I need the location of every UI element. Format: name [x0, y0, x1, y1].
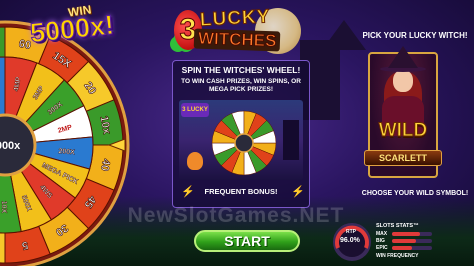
stat-row-epic: EPIC [376, 245, 432, 251]
witch-name: SCARLETT [364, 150, 442, 166]
wheel-inner-segment [0, 56, 6, 116]
wheel-center-label: 5000x [0, 140, 21, 152]
rtp-value: 96.0% [340, 237, 360, 244]
wheel-inner-label: 10X [0, 201, 7, 214]
stat-row-big: BIG [376, 238, 432, 244]
prize-wheel: 6015X2010x40453052510X5020X403015354MP3M… [0, 20, 130, 266]
win-banner: WIN 5000x! [28, 2, 138, 50]
win-amount: 5000x! [28, 9, 116, 49]
slot-stats[interactable]: RTP 96.0% SLOTS STATS™ MAX BIG EPIC WIN … [332, 222, 462, 262]
panel-description: TO WIN CASH PRIZES, WIN SPINS, OR MEGA P… [181, 78, 301, 93]
pumpkin-icon [187, 152, 203, 170]
logo-witches: WITCHES [193, 28, 281, 52]
mini-wheel-hub [234, 133, 254, 153]
stats-title: SLOTS STATS™ [376, 223, 419, 229]
game-logo: 3 LUCKY WITCHES [170, 6, 290, 64]
wheel-outer-label: 40 [98, 158, 112, 172]
rtp-label: RTP [346, 229, 356, 235]
stat-bar [392, 239, 432, 243]
stat-label: EPIC [376, 245, 388, 251]
stat-fill [392, 239, 416, 243]
win-frequency-label: WIN FREQUENCY [376, 253, 419, 259]
stat-bar [392, 232, 432, 236]
stat-label: MAX [376, 231, 388, 237]
witch-face [393, 70, 413, 92]
wild-label: WILD [378, 120, 428, 142]
witch-card[interactable]: WILD SCARLETT [364, 46, 442, 178]
feature-panel: SPIN THE WITCHES' WHEEL! TO WIN CASH PRI… [172, 60, 310, 208]
mini-logo: 3 LUCKY [181, 103, 209, 117]
witch-hat-icon [388, 46, 418, 68]
stat-label: BIG [376, 238, 385, 244]
choose-wild-label: CHOOSE YOUR WILD SYMBOL! [361, 190, 469, 197]
game-lobby: 6015X2010x40453052510X5020X403015354MP3M… [0, 0, 474, 266]
logo-lucky: LUCKY [199, 6, 271, 32]
panel-bonus: FREQUENT BONUS! [204, 187, 278, 196]
panel-title: SPIN THE WITCHES' WHEEL! [181, 65, 301, 75]
pick-witch-title: PICK YOUR LUCKY WITCH! [362, 31, 468, 40]
mini-wheel [211, 110, 277, 176]
lightning-icon: ⚡ [291, 186, 305, 198]
mini-house [283, 120, 299, 160]
stat-bar [392, 246, 432, 250]
stat-fill [392, 246, 412, 250]
stat-fill [392, 232, 420, 236]
feature-preview: 3 LUCKY [179, 100, 303, 180]
stat-row-max: MAX [376, 231, 432, 237]
start-button[interactable]: START [194, 230, 300, 252]
